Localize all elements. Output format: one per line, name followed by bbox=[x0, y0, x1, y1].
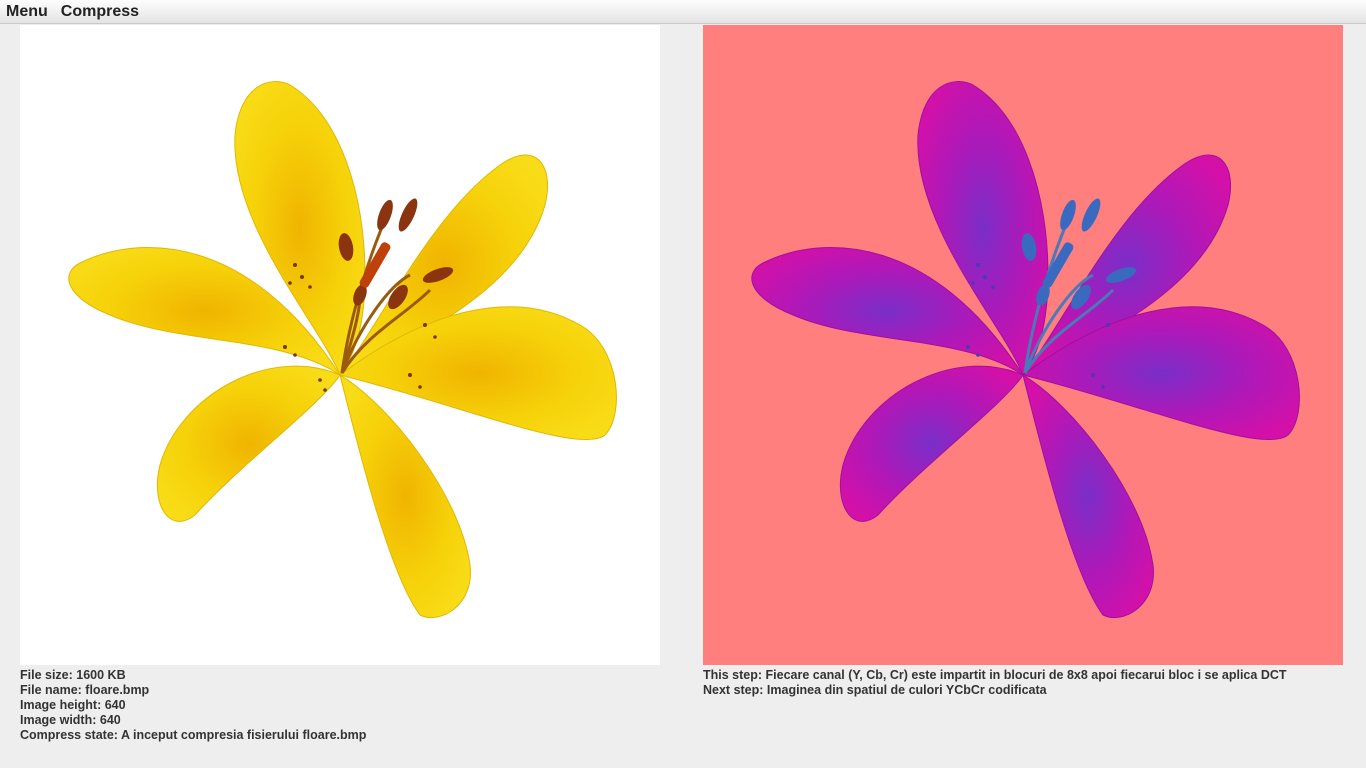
compress-state: Compress state: A inceput compresia fisi… bbox=[20, 728, 367, 742]
next-step: Next step: Imaginea din spatiul de culor… bbox=[703, 683, 1047, 697]
step-info: This step: Fiecare canal (Y, Cb, Cr) est… bbox=[703, 668, 1287, 698]
processed-image bbox=[703, 25, 1343, 665]
original-image bbox=[20, 25, 660, 665]
image-height: Image height: 640 bbox=[20, 698, 126, 712]
menu-menu[interactable]: Menu bbox=[0, 0, 55, 24]
file-name: File name: floare.bmp bbox=[20, 683, 150, 697]
ycbcr-lily-image bbox=[751, 81, 1300, 619]
file-size: File size: 1600 KB bbox=[20, 668, 126, 682]
yellow-lily-image bbox=[68, 81, 617, 619]
menu-bar: Menu Compress bbox=[0, 0, 1366, 24]
image-width: Image width: 640 bbox=[20, 713, 121, 727]
menu-compress[interactable]: Compress bbox=[55, 0, 146, 24]
this-step: This step: Fiecare canal (Y, Cb, Cr) est… bbox=[703, 668, 1287, 682]
file-info: File size: 1600 KB File name: floare.bmp… bbox=[20, 668, 366, 743]
